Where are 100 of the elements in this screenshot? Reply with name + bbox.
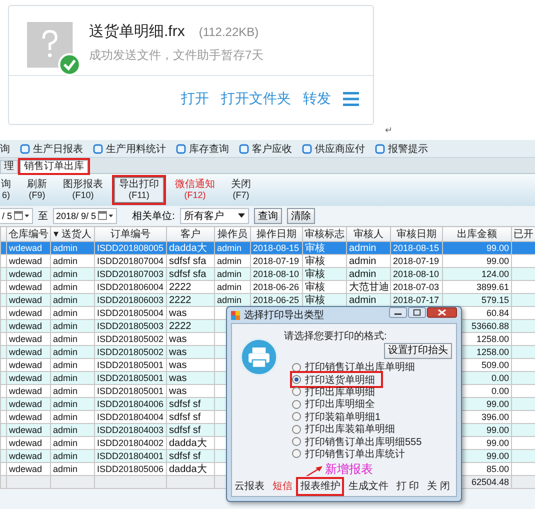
table-cell: 579.15 [442, 294, 512, 306]
radio-option[interactable]: 打印出库单明细 [292, 386, 381, 398]
close-icon[interactable] [427, 307, 457, 318]
radio-option[interactable]: 打印送货单明细 [292, 373, 381, 386]
table-cell: ISDD201808005 [94, 242, 166, 254]
quick-link[interactable]: 供应商应付 [302, 142, 365, 156]
file-size: (112.22KB) [198, 25, 259, 39]
table-cell: 2018-08-10 [250, 268, 302, 280]
dialog-footer-button[interactable]: 生成文件 [346, 479, 390, 494]
column-header[interactable]: 操作员 [214, 226, 250, 242]
table-cell: was [166, 372, 214, 384]
table-cell: wdewad [6, 320, 50, 332]
table-cell: admin [214, 242, 250, 254]
filter-button[interactable]: 清除 [286, 208, 315, 224]
column-header[interactable]: 审核日期 [390, 226, 442, 242]
action-link[interactable]: 打开 [181, 90, 209, 108]
column-header[interactable]: 操作日期 [250, 226, 302, 242]
file-name: 送货单明细.frx [89, 22, 185, 41]
column-header[interactable]: 审核标志 [302, 226, 346, 242]
quick-link[interactable]: 客户应收 [239, 142, 292, 156]
unit-dropdown[interactable]: 所有客户 [180, 208, 249, 224]
toolbar-button[interactable]: 刷新 (F9) [22, 177, 52, 203]
prompt-text: 请选择您要打印的格式: [284, 330, 388, 343]
toolbar-button[interactable]: 询 6) [0, 177, 16, 203]
column-header[interactable]: 订单编号 [94, 226, 166, 242]
filter-button[interactable]: 查询 [254, 208, 282, 224]
action-link[interactable]: 转发 [303, 90, 331, 108]
printer-icon [240, 338, 278, 376]
table-cell: 2018-07-17 [390, 294, 442, 306]
table-cell: ISDD201804001 [94, 450, 166, 462]
table-cell: 2222 [166, 294, 214, 306]
set-header-button[interactable]: 设置打印抬头 [384, 343, 452, 359]
table-cell: wdewad [6, 424, 50, 436]
table-cell: admin [214, 268, 250, 280]
dialog-footer-button[interactable]: 短信 [270, 479, 294, 494]
column-header[interactable]: 仓库编号 [6, 226, 50, 242]
table-cell: admin [50, 294, 94, 306]
dialog-footer-button[interactable]: 报表维护 [298, 479, 342, 494]
table-cell: sdfsf sf [166, 450, 214, 462]
annotation-arrow [304, 465, 324, 478]
radio-option[interactable]: 打印出库装箱单明细 [292, 422, 401, 436]
tab[interactable]: 销售订单出库 [20, 160, 88, 173]
table-cell: ISDD201805001 [94, 372, 166, 384]
quick-link[interactable]: 报警提示 [375, 142, 428, 156]
square-icon [93, 144, 103, 154]
dialog-title: 选择打印导出类型 [244, 308, 325, 322]
radio-option[interactable]: 打印销售订单出库单明细 [292, 361, 421, 374]
table-cell: wdewad [6, 398, 50, 410]
table-cell: admin [50, 398, 94, 410]
table-cell: admin [50, 320, 94, 332]
action-link[interactable]: 打开文件夹 [221, 90, 291, 108]
radio-option[interactable]: 打印销售订单出库明细555 [292, 435, 428, 448]
unit-label: 相关单位: [132, 210, 175, 222]
square-icon [239, 144, 249, 154]
table-cell: wdewad [6, 372, 50, 384]
column-header[interactable]: 已开 [512, 226, 535, 242]
radio-option[interactable]: 打印销售订单出库统计 [292, 448, 411, 460]
toolbar-button[interactable]: 微信通知 (F12) [170, 177, 220, 203]
toolbar-button[interactable]: 图形报表 (F10) [58, 177, 108, 203]
table-cell: wdewad [6, 268, 50, 280]
minimize-icon[interactable] [389, 307, 407, 318]
table-cell: admin [50, 242, 94, 254]
date-field[interactable]: 2018/ 9/ 5 [53, 208, 118, 224]
square-icon [20, 144, 30, 154]
calendar-dropdown-icon [98, 211, 114, 220]
table-cell: admin [346, 294, 390, 306]
square-icon [375, 144, 385, 154]
table-cell: admin [50, 424, 94, 436]
column-header[interactable]: ▾ 送货人 [50, 226, 94, 242]
table-cell: ISDD201805003 [94, 320, 166, 332]
radio-option[interactable]: 打印装箱单明细1 [292, 410, 387, 423]
table-cell: 2222 [166, 320, 214, 332]
maximize-icon[interactable] [408, 307, 426, 318]
quick-link[interactable]: 生产日报表 [20, 142, 83, 156]
quick-link[interactable]: 询 [0, 142, 10, 156]
tab[interactable]: 理 [0, 160, 18, 173]
quick-link[interactable]: 生产用料统计 [93, 142, 166, 156]
date-field[interactable]: / 5 [0, 208, 34, 224]
table-cell: wdewad [6, 294, 50, 306]
table-cell: admin [50, 372, 94, 384]
radio-option[interactable]: 打印出库明细全 [292, 398, 381, 411]
table-cell: 2018-06-25 [250, 294, 302, 306]
toolbar-button[interactable]: 导出打印 (F11) [114, 177, 164, 203]
toolbar-button[interactable]: 关闭 (F7) [226, 177, 256, 203]
column-header[interactable]: 审核人 [346, 226, 390, 242]
column-header[interactable]: 客户 [166, 226, 214, 242]
table-cell: admin [214, 294, 250, 306]
column-header[interactable]: 出库金额 [442, 226, 512, 242]
dialog-footer-button[interactable]: 云报表 [232, 479, 266, 494]
table-cell: admin [346, 242, 390, 254]
table-cell: 124.00 [442, 268, 512, 280]
menu-icon[interactable] [343, 92, 359, 106]
table-cell: ISDD201806003 [94, 294, 166, 306]
table-cell: ISDD201805002 [94, 346, 166, 358]
unknown-file-icon [27, 22, 81, 76]
quick-link[interactable]: 库存查询 [176, 142, 229, 156]
table-cell: admin [50, 450, 94, 462]
table-cell: sdfsf sf [166, 424, 214, 436]
dialog-footer-button[interactable]: 打 印 [394, 479, 422, 494]
table-cell: sdfsf sfa [166, 268, 214, 280]
